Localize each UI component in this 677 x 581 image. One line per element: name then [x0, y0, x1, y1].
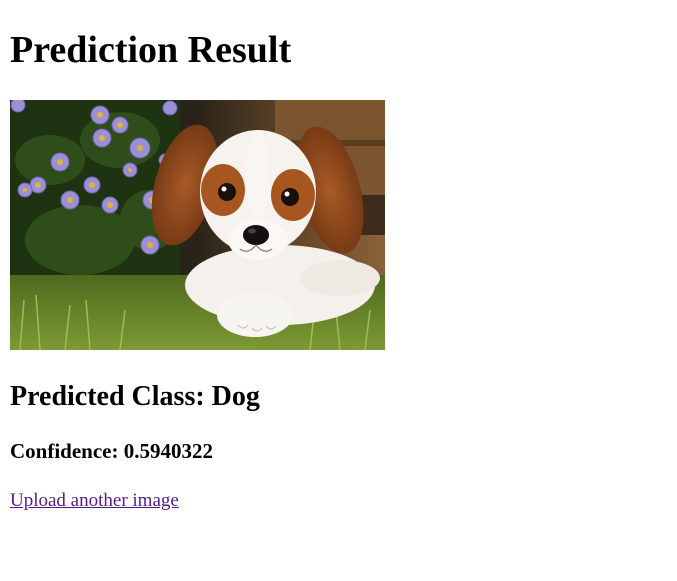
confidence-score: Confidence: 0.5940322	[10, 439, 213, 463]
uploaded-image	[10, 100, 385, 350]
upload-another-link[interactable]: Upload another image	[10, 489, 179, 513]
predicted-class: Predicted Class: Dog	[10, 381, 260, 412]
page-title: Prediction Result	[10, 29, 292, 71]
